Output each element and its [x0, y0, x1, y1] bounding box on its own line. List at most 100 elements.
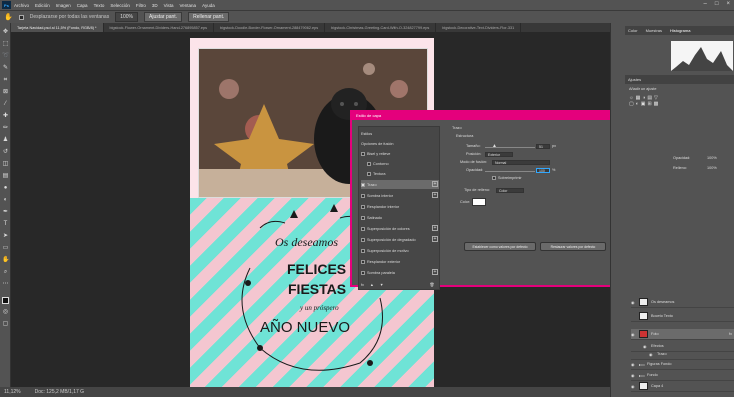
type-tool-icon[interactable]: T [2, 221, 9, 228]
fill-screen-button[interactable]: Rellenar pant. [188, 12, 230, 22]
eye-icon[interactable]: ◉ [643, 344, 648, 349]
style-item-gradient-overlay[interactable]: Superposición de degradado + [361, 235, 439, 244]
menu-archivo[interactable]: Archivo [14, 3, 29, 8]
menu-3d[interactable]: 3D [152, 3, 158, 8]
layer-group-row[interactable]: ◉ ▸▭ Fondo [631, 370, 734, 381]
add-effect-icon[interactable]: + [432, 192, 438, 198]
tab-flower-dividers[interactable]: bigstock-Flower-Ornament-Dividers-Hand-2… [104, 23, 214, 32]
move-down-icon[interactable]: ▼ [380, 283, 384, 287]
tab-color[interactable]: Color [628, 26, 638, 35]
style-item-inner-shadow[interactable]: Sombra interior + [361, 191, 439, 200]
style-item-bevel[interactable]: Bisel y relieve [361, 149, 439, 158]
menu-texto[interactable]: Texto [94, 3, 105, 8]
menu-edicion[interactable]: Edición [35, 3, 50, 8]
minimize-icon[interactable]: – [704, 1, 707, 7]
doc-size-status[interactable]: Doc: 125,2 MB/1,17 G [35, 389, 84, 395]
eye-icon[interactable]: ◉ [631, 362, 636, 367]
style-item-inner-glow[interactable]: Resplandor interior [361, 202, 439, 211]
zoom-field[interactable]: 100% [115, 12, 139, 22]
brush-tool-icon[interactable]: ✏ [2, 125, 9, 132]
layer-row-selected[interactable]: ◉ Foto fx [631, 329, 734, 340]
blend-options-item[interactable]: Opciones de fusión [361, 139, 439, 148]
add-effect-icon[interactable]: + [432, 225, 438, 231]
reset-defaults-button[interactable]: Restaurar valores por defecto [540, 242, 606, 251]
tab-tarjeta[interactable]: Tarjeta Navidad.psd al 11,5% (Fondo, RGB… [11, 23, 104, 32]
menu-seleccion[interactable]: Selección [110, 3, 130, 8]
style-checkbox[interactable] [367, 161, 371, 166]
fx-icon[interactable]: fx [361, 283, 364, 287]
size-input[interactable]: 51 [536, 144, 550, 149]
dodge-tool-icon[interactable]: ◐ [2, 197, 9, 204]
path-select-icon[interactable]: ➤ [2, 233, 9, 240]
overprint-checkbox[interactable] [492, 176, 496, 180]
move-up-icon[interactable]: ▲ [370, 283, 374, 287]
set-defaults-button[interactable]: Establecer como valores por defecto [464, 242, 536, 251]
fill-value[interactable]: 100% [707, 166, 717, 170]
hand-tool-icon[interactable]: ✋ [4, 13, 13, 21]
opacity-input[interactable]: 100 [536, 168, 550, 173]
crop-tool-icon[interactable]: ⌗ [2, 77, 9, 84]
menu-filtro[interactable]: Filtro [136, 3, 146, 8]
gradient-tool-icon[interactable]: ▤ [2, 173, 9, 180]
style-item-outer-glow[interactable]: Resplandor exterior [361, 257, 439, 266]
style-item-contour[interactable]: Contorno [361, 159, 439, 168]
style-checkbox[interactable] [361, 270, 365, 275]
styles-header[interactable]: Estilos [361, 129, 439, 138]
shape-tool-icon[interactable]: ▭ [2, 245, 9, 252]
move-tool-icon[interactable]: ✥ [2, 29, 9, 36]
layer-group-row[interactable]: ◉ ▸▭ Figuras Fondo [631, 359, 734, 370]
slider-handle-icon[interactable]: ▲ [492, 143, 497, 149]
style-item-drop-shadow[interactable]: Sombra paralela + [361, 268, 439, 277]
opacity-slider[interactable] [485, 171, 535, 172]
menu-imagen[interactable]: Imagen [56, 3, 71, 8]
style-checkbox-checked[interactable] [361, 182, 365, 187]
foreground-color-swatch[interactable] [2, 297, 9, 304]
more-tools-icon[interactable]: ⋯ [2, 281, 9, 288]
quick-select-icon[interactable]: ✎ [2, 65, 9, 72]
fx-icon[interactable]: fx [729, 332, 732, 336]
lasso-tool-icon[interactable]: ➰ [2, 53, 9, 60]
close-icon[interactable]: × [726, 1, 730, 7]
eye-icon[interactable] [631, 314, 636, 318]
eye-icon[interactable]: ◉ [649, 352, 654, 357]
style-checkbox[interactable] [361, 204, 365, 209]
blur-tool-icon[interactable]: ● [2, 185, 9, 192]
scroll-all-checkbox[interactable] [18, 14, 24, 20]
style-checkbox[interactable] [361, 248, 365, 253]
quick-mask-icon[interactable]: ◎ [2, 309, 9, 316]
history-brush-icon[interactable]: ↺ [2, 149, 9, 156]
style-item-pattern-overlay[interactable]: Superposición de motivo [361, 246, 439, 255]
position-select[interactable]: Exterior [485, 152, 513, 157]
zoom-tool-icon[interactable]: ⌕ [2, 269, 9, 276]
frame-tool-icon[interactable]: ⊠ [2, 89, 9, 96]
zoom-status[interactable]: 11,12% [4, 389, 21, 395]
menu-capa[interactable]: Capa [77, 3, 88, 8]
eye-icon[interactable]: ◉ [631, 373, 636, 378]
style-checkbox[interactable] [361, 259, 365, 264]
stroke-color-swatch[interactable] [472, 198, 486, 206]
style-checkbox[interactable] [361, 226, 365, 231]
layer-row[interactable]: ◉ Os deseamos [631, 297, 734, 308]
style-item-color-overlay[interactable]: Superposición de colores + [361, 224, 439, 233]
eyedropper-icon[interactable]: ⁄ [2, 101, 9, 108]
marquee-tool-icon[interactable]: ⬚ [2, 41, 9, 48]
menu-ayuda[interactable]: Ayuda [202, 3, 215, 8]
style-checkbox[interactable] [361, 237, 365, 242]
blend-mode-select[interactable]: Normal [492, 160, 550, 165]
style-checkbox[interactable] [361, 151, 365, 156]
tab-decorative-text[interactable]: bigstock-Decorative-Text-Dividers-Flor-3… [436, 23, 522, 32]
adjustments-tab[interactable]: Ajustes [625, 75, 734, 84]
eye-icon[interactable]: ◉ [631, 384, 636, 389]
fit-screen-button[interactable]: Ajustar pant. [144, 12, 183, 22]
eraser-tool-icon[interactable]: ◫ [2, 161, 9, 168]
healing-brush-icon[interactable]: ✚ [2, 113, 9, 120]
style-checkbox[interactable] [367, 171, 371, 176]
opacity-value[interactable]: 100% [707, 156, 717, 160]
hand-tool-icon[interactable]: ✋ [2, 257, 9, 264]
layer-row[interactable]: Boceto Texto [631, 311, 734, 322]
style-checkbox[interactable] [361, 215, 365, 220]
pen-tool-icon[interactable]: ✒ [2, 209, 9, 216]
tab-doodle-border[interactable]: bigstock-Doodle-Border-Flower-Ornament-2… [214, 23, 326, 32]
add-effect-icon[interactable]: + [432, 236, 438, 242]
style-item-stroke[interactable]: Trazo + [361, 180, 439, 189]
